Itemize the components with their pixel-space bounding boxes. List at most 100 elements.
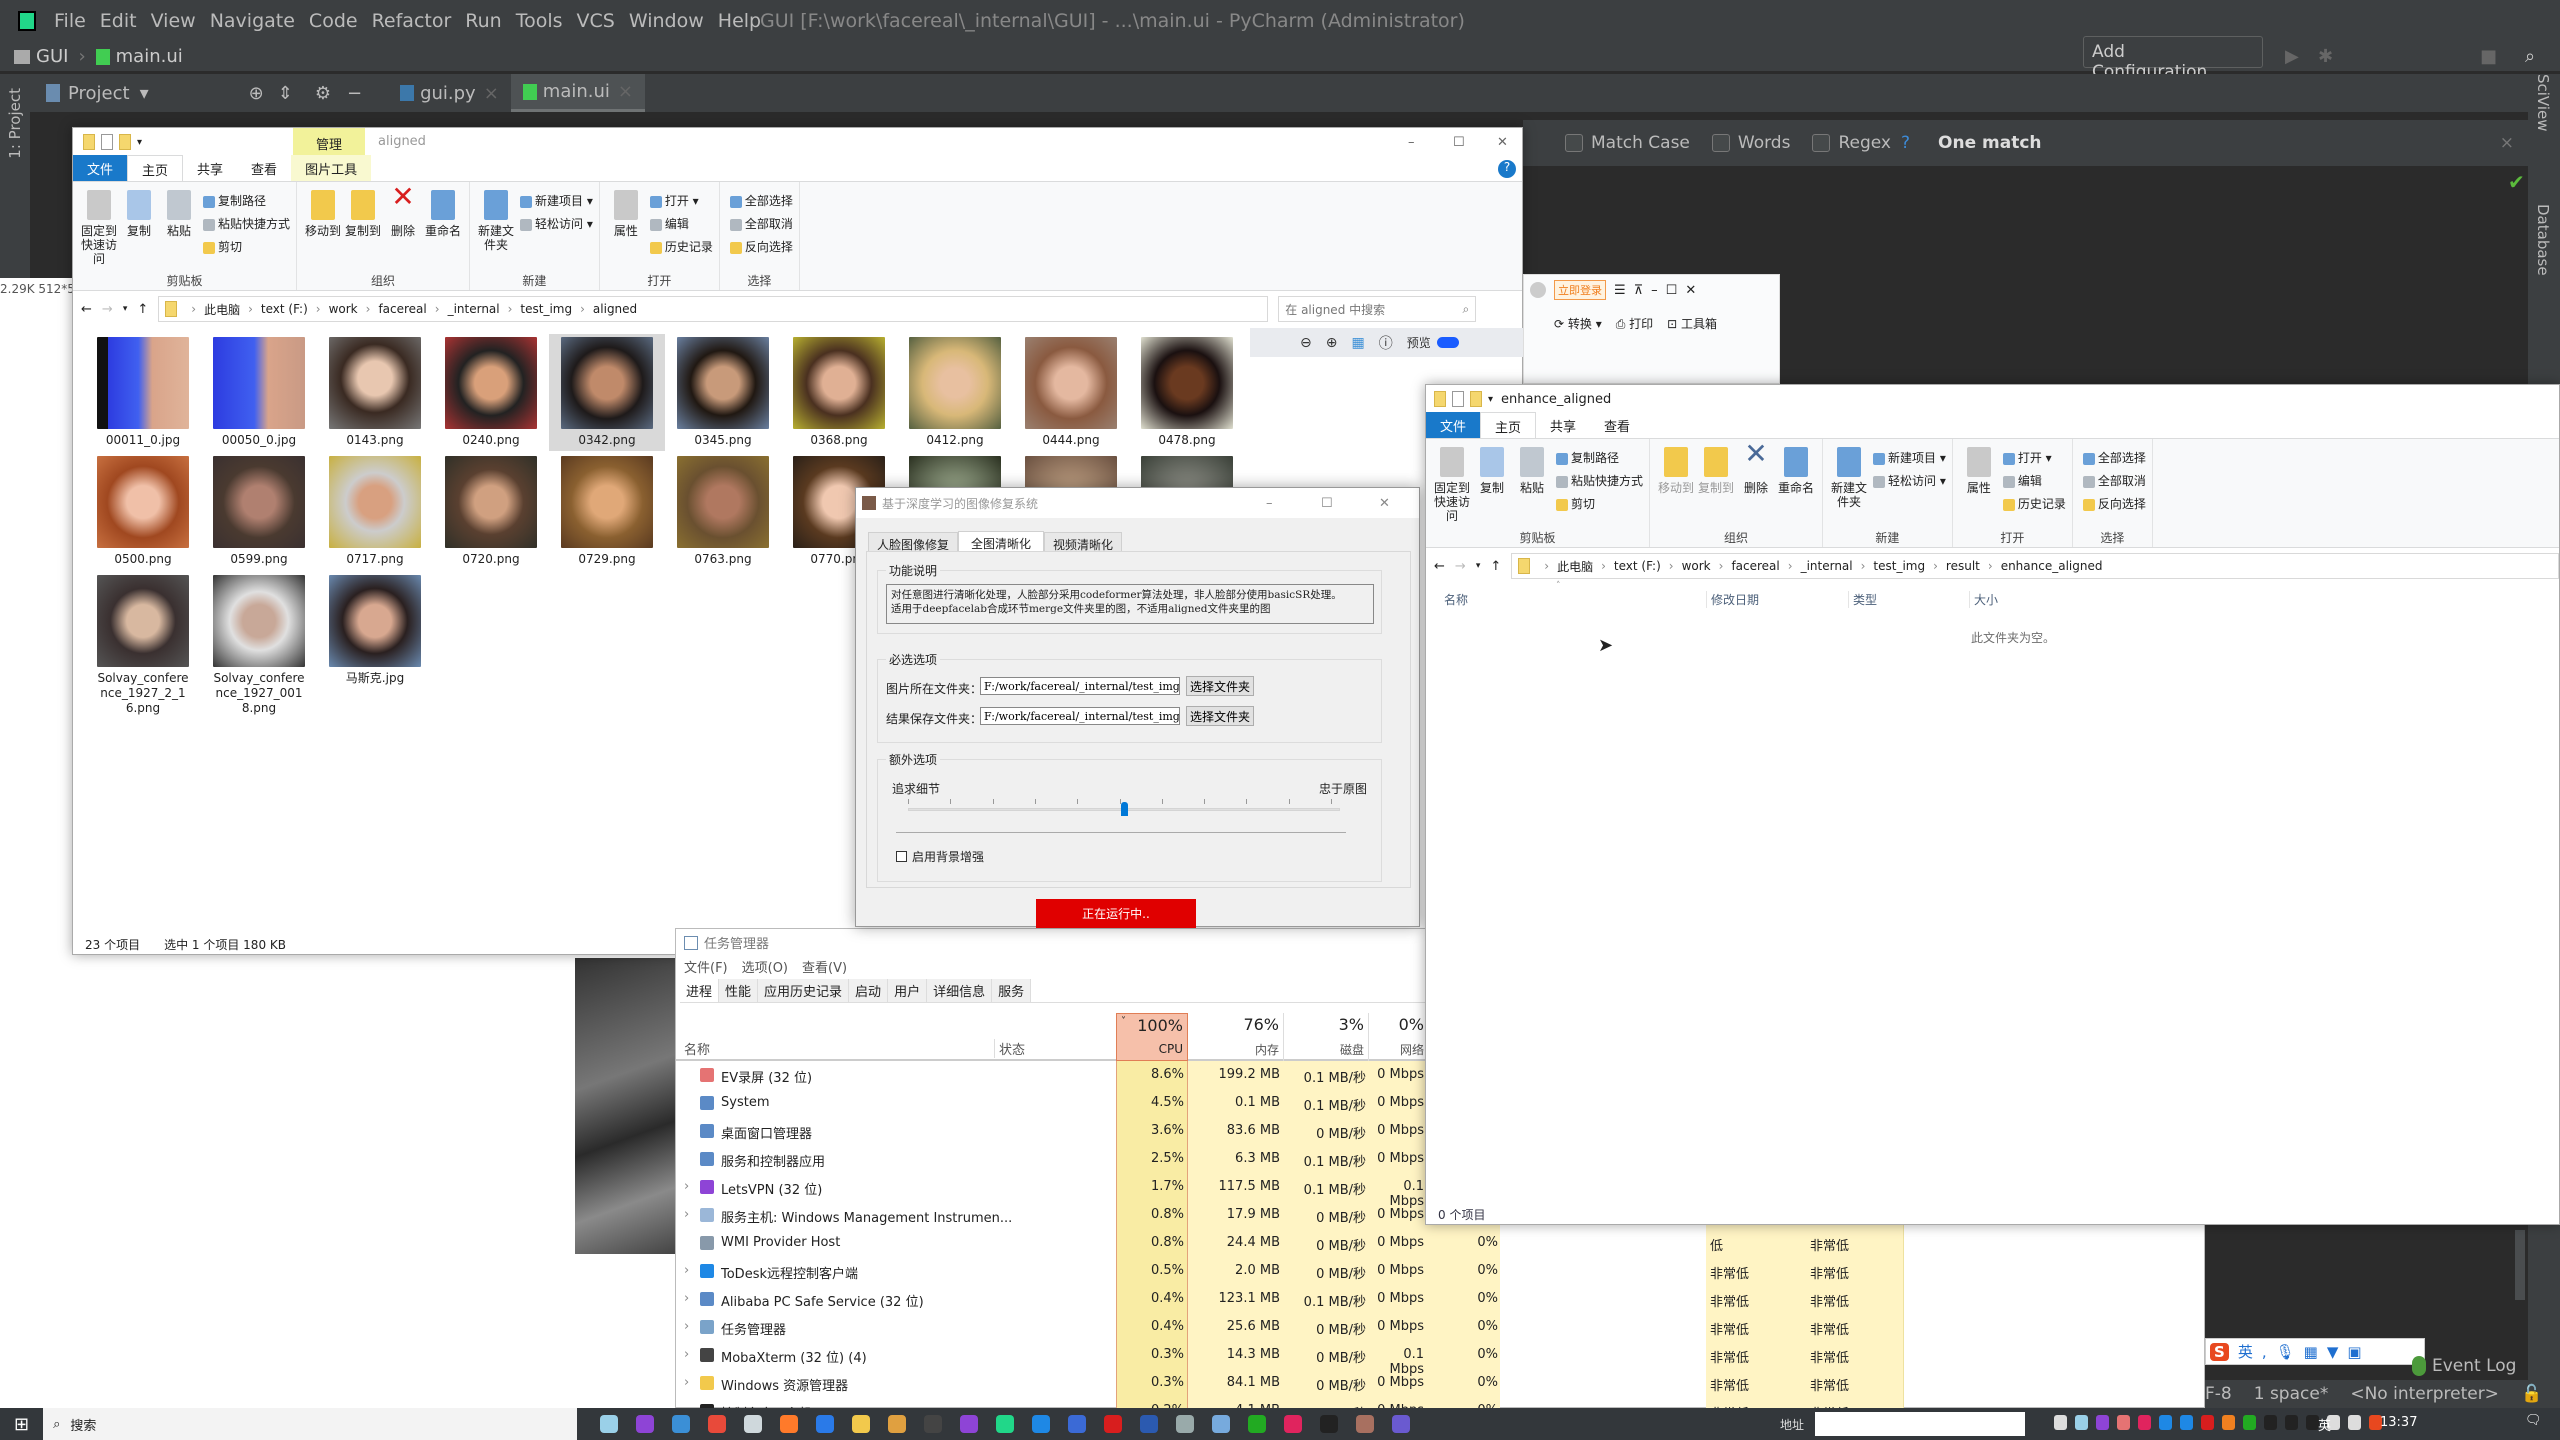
search-input[interactable]: 在 aligned 中搜索 ⌕ <box>1278 296 1477 322</box>
zoom-out-icon[interactable]: ⊖ <box>1300 335 1312 351</box>
clock[interactable]: 13:37 <box>2380 1415 2417 1430</box>
debug-icon[interactable]: ✱ <box>2318 46 2333 67</box>
choose-output-folder-button[interactable]: 选择文件夹 <box>1186 706 1254 726</box>
file-item[interactable]: 马斯克.jpg <box>317 572 433 689</box>
menu-code[interactable]: Code <box>309 10 358 32</box>
add-configuration-button[interactable]: Add Configuration... <box>2083 36 2263 82</box>
ribbon-button[interactable]: 粘贴 <box>1512 443 1552 529</box>
tab-item[interactable]: 详细信息 <box>927 979 993 1002</box>
expand-chevron-icon[interactable]: › <box>684 1375 689 1390</box>
breadcrumb-separator-icon[interactable]: › <box>580 302 585 316</box>
tray-icon[interactable] <box>2348 1415 2361 1430</box>
expand-chevron-icon[interactable]: › <box>684 1319 689 1334</box>
taskbar-app-icon[interactable] <box>924 1415 943 1433</box>
file-item[interactable]: Solvay_conference_1927_2_16.png <box>85 572 201 719</box>
ribbon-small-button[interactable]: 新建项目 ▾ <box>1873 449 1946 466</box>
menu-view[interactable]: View <box>151 10 196 32</box>
ribbon-small-button[interactable]: 全部选择 <box>2082 449 2146 466</box>
close-button[interactable]: ✕ <box>1379 496 1390 511</box>
input-language[interactable]: 英 <box>2318 1415 2331 1434</box>
header-name[interactable]: 名称 <box>684 1039 710 1058</box>
breadcrumb-item[interactable]: facereal <box>378 302 426 316</box>
file-item[interactable]: 0345.png <box>665 334 781 451</box>
tab-file[interactable]: 文件 <box>73 155 128 182</box>
tray-icon[interactable] <box>2285 1415 2298 1430</box>
ribbon-button[interactable]: 复制 <box>119 186 159 272</box>
ribbon-small-button[interactable]: 打开 ▾ <box>649 192 713 209</box>
menu-icon[interactable]: ☰ <box>1614 283 1626 298</box>
new-folder-icon[interactable] <box>1470 391 1482 407</box>
expand-chevron-icon[interactable]: › <box>684 1263 689 1278</box>
manage-tab[interactable]: 管理 <box>293 128 365 156</box>
background-enhance-checkbox[interactable]: 启用背景增强 <box>896 848 984 865</box>
tray-icon[interactable] <box>2180 1415 2193 1430</box>
taskbar-app-icon[interactable] <box>888 1415 907 1433</box>
file-item[interactable]: Solvay_conference_1927_0018.png <box>201 572 317 719</box>
ribbon-button[interactable]: 复制到 <box>343 186 383 272</box>
menu-tools[interactable]: Tools <box>516 10 563 32</box>
breadcrumb-item[interactable]: test_img <box>1873 559 1925 573</box>
editor-scrollbar[interactable] <box>2515 1230 2525 1300</box>
breadcrumb-item[interactable]: work <box>329 302 358 316</box>
taskbar-app-icon[interactable] <box>960 1415 979 1433</box>
menu-item[interactable]: 文件(F) <box>684 957 728 976</box>
run-button[interactable]: 正在运行中.. <box>1036 899 1196 928</box>
toolbox-icon[interactable]: ▣ <box>2347 1343 2361 1361</box>
punctuation-icon[interactable]: , <box>2262 1343 2267 1361</box>
tab-view[interactable]: 查看 <box>237 155 291 182</box>
header-disk[interactable]: 3% 磁盘 <box>1284 1013 1369 1061</box>
ribbon-small-button[interactable]: 新建项目 ▾ <box>520 192 593 209</box>
taskbar-app-icon[interactable] <box>780 1415 799 1433</box>
ribbon-button[interactable]: 属性 <box>606 186 646 272</box>
menu-run[interactable]: Run <box>465 10 501 32</box>
process-row[interactable]: › Alibaba PC Safe Service (32 位) 0.4% 123.1… <box>676 1285 2206 1313</box>
ribbon-button[interactable]: 固定到快速访问 <box>79 186 119 272</box>
ribbon-button[interactable]: 复制 <box>1472 443 1512 529</box>
ribbon-small-button[interactable]: 全部取消 <box>2082 472 2146 489</box>
file-item[interactable]: 00050_0.jpg <box>201 334 317 451</box>
breadcrumb-item[interactable]: 此电脑 <box>204 301 240 318</box>
ribbon-small-button[interactable]: 剪切 <box>203 238 290 255</box>
zoom-in-icon[interactable]: ⊕ <box>1326 335 1338 351</box>
ribbon-small-button[interactable]: 全部选择 <box>729 192 793 209</box>
ime-language[interactable]: 英 <box>2238 1341 2253 1362</box>
database-tool-button[interactable]: Database <box>2534 204 2552 276</box>
tab-file[interactable]: 文件 <box>1426 412 1481 439</box>
breadcrumb-separator-icon[interactable]: › <box>1988 559 1993 573</box>
ribbon-button[interactable]: 重命名 <box>423 186 463 272</box>
ime-toolbar[interactable]: S 英 , 🎙 ▦ ▼ ▣ <box>2205 1338 2425 1365</box>
tray-icon[interactable] <box>2096 1415 2109 1430</box>
customize-quick-access-icon[interactable]: ▾ <box>137 137 142 148</box>
tab-item[interactable]: 启动 <box>849 979 889 1002</box>
header-status[interactable]: 状态 <box>994 1039 1025 1058</box>
chevron-down-icon[interactable]: ▾ <box>140 83 149 104</box>
file-item[interactable]: 0717.png <box>317 453 433 570</box>
lock-icon[interactable]: 🔓 <box>2521 1384 2542 1404</box>
breadcrumb-item[interactable]: facereal <box>1731 559 1779 573</box>
ribbon-button[interactable]: 粘贴 <box>159 186 199 272</box>
tab-home[interactable]: 主页 <box>1480 411 1537 440</box>
login-button[interactable]: 立即登录 <box>1554 280 1606 300</box>
ribbon-small-button[interactable]: 轻松访问 ▾ <box>520 215 593 232</box>
file-item[interactable]: 00011_0.jpg <box>85 334 201 451</box>
editor-tab-main-ui[interactable]: main.ui × <box>510 74 645 112</box>
breadcrumb-separator-icon[interactable]: › <box>508 302 513 316</box>
search-everywhere-icon[interactable]: ⌕ <box>2525 46 2535 67</box>
header-memory[interactable]: 76% 内存 <box>1188 1013 1284 1061</box>
match-case-checkbox[interactable]: Match Case <box>1565 133 1690 153</box>
skin-icon[interactable]: ▼ <box>2327 1343 2339 1361</box>
ribbon-small-button[interactable]: 全部取消 <box>729 215 793 232</box>
ribbon-button[interactable]: 新建文件夹 <box>1829 443 1869 529</box>
breadcrumb-main-ui[interactable]: main.ui <box>116 46 183 67</box>
keyboard-icon[interactable]: ▦ <box>2304 1343 2318 1361</box>
input-folder-field[interactable] <box>980 677 1180 695</box>
collapse-icon[interactable]: ⇕ <box>278 83 293 104</box>
breadcrumb-item[interactable]: _internal <box>448 302 500 316</box>
file-item[interactable]: 0500.png <box>85 453 201 570</box>
breadcrumb-item[interactable]: result <box>1946 559 1980 573</box>
taskbar-app-icon[interactable] <box>708 1415 727 1433</box>
menu-navigate[interactable]: Navigate <box>210 10 295 32</box>
ribbon-button[interactable]: 复制到 <box>1696 443 1736 529</box>
choose-input-folder-button[interactable]: 选择文件夹 <box>1186 676 1254 696</box>
detail-slider-handle[interactable] <box>1121 802 1128 816</box>
